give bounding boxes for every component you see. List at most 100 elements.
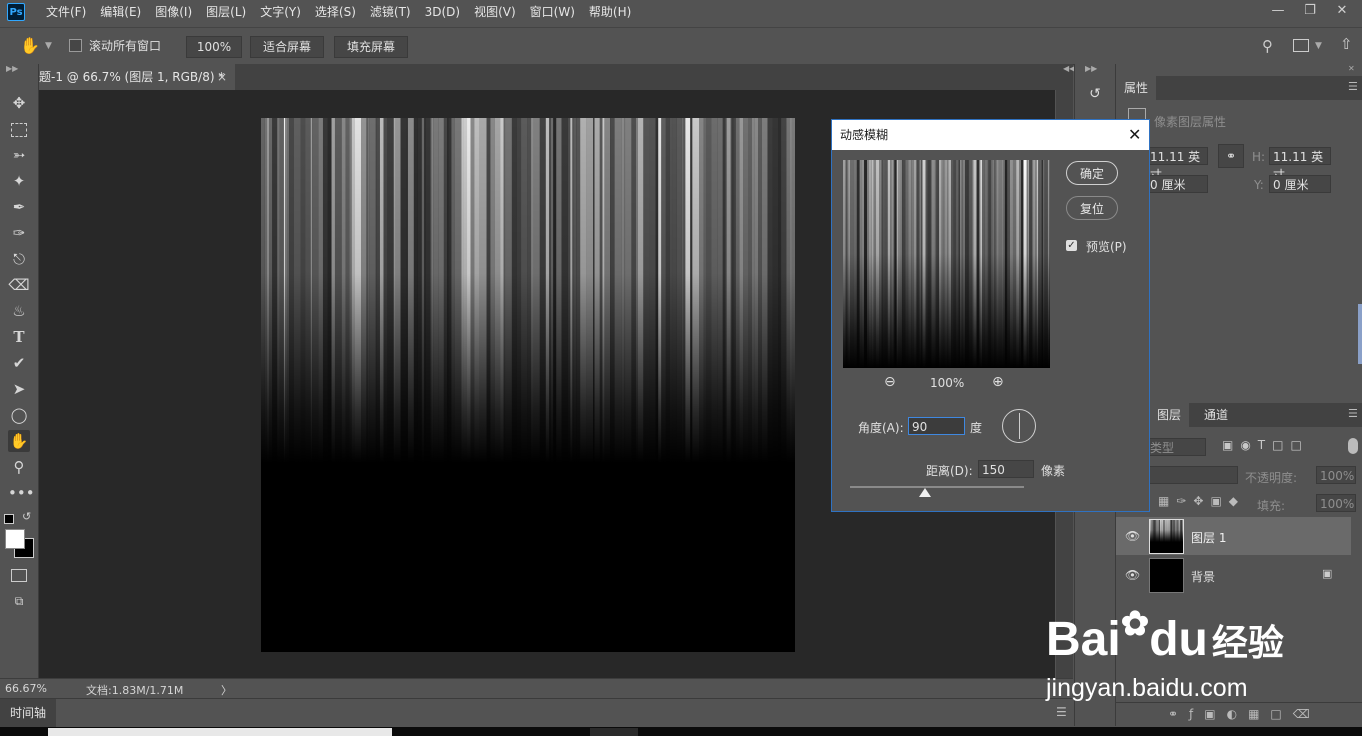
collapse-panels-icon[interactable]: ✕ [1348,64,1355,73]
screen-mode-icon[interactable]: ⧉ [8,590,30,612]
fill-label: 填充: [1257,499,1286,513]
fit-screen-button[interactable]: 适合屏幕 [250,36,324,58]
status-arrow-icon[interactable]: 〉 [221,682,232,698]
ellipse-tool-icon[interactable]: ◯ [8,404,30,426]
document-canvas[interactable] [261,118,797,652]
taskbar-window-preview [48,728,392,736]
angle-input[interactable]: 90 [908,417,965,435]
pen-tool-icon[interactable]: ✔ [8,352,30,374]
preview-checkbox[interactable]: ✓ [1066,240,1077,251]
fill-field[interactable]: 100% [1316,494,1356,512]
angle-dial[interactable] [1002,409,1036,443]
filter-preview[interactable] [843,160,1051,368]
layer-footer-icons[interactable]: ⚭ƒ▣◐▦□⌫ [1168,707,1321,721]
more-tools-icon[interactable]: ••• [8,482,35,504]
collapse-toolbar-icon[interactable]: ▶▶ [6,64,18,73]
reset-button[interactable]: 复位 [1066,196,1118,220]
menu-item-1[interactable]: 编辑(E) [100,0,141,25]
tool-preset-chevron-down-icon[interactable]: ▼ [45,36,52,56]
height-field[interactable]: 11.11 英寸 [1269,147,1331,182]
default-colors-icon[interactable] [4,514,14,524]
fill-screen-button[interactable]: 填充屏幕 [334,36,408,58]
dialog-title: 动感模糊 [840,128,889,142]
taskbar-app-icon[interactable] [590,728,638,736]
distance-slider-track[interactable] [850,486,1024,488]
zoom-in-icon[interactable]: ⊕ [992,374,1004,390]
brush-tool-icon[interactable]: ✑ [8,222,30,244]
angle-unit: 度 [970,421,983,435]
hand-tool-icon[interactable]: ✋ [8,430,30,452]
scroll-all-windows-checkbox[interactable] [69,39,82,52]
dialog-close-icon[interactable]: ✕ [1128,120,1141,150]
menu-item-8[interactable]: 视图(V) [474,0,516,25]
timeline-tab[interactable]: 时间轴 [0,699,56,727]
x-field[interactable]: 0 厘米 [1146,175,1208,193]
move-tool-icon[interactable]: ✥ [8,92,30,114]
workspace-chevron-down-icon[interactable]: ▼ [1315,36,1322,56]
zoom-100-button[interactable]: 100% [186,36,242,58]
menu-item-7[interactable]: 3D(D) [425,0,460,25]
menu-item-10[interactable]: 帮助(H) [589,0,631,25]
hand-tool-icon[interactable]: ✋ [20,36,40,56]
filter-toggle[interactable] [1348,438,1358,454]
tab-properties[interactable]: 属性 [1116,76,1157,100]
y-field[interactable]: 0 厘米 [1269,175,1331,193]
layer-filter-icons[interactable]: ▣◉T□□ [1222,438,1309,452]
menu-item-6[interactable]: 滤镜(T) [370,0,411,25]
lock-icons[interactable]: ▦✑✥▣◆ [1158,494,1245,508]
zoom-tool-icon[interactable]: ⚲ [8,456,30,478]
menu-items: 文件(F) 编辑(E) 图像(I) 图层(L) 文字(Y) 选择(S) 滤镜(T) 3D(D)… [46,0,645,25]
menu-item-3[interactable]: 图层(L) [206,0,246,25]
link-icon[interactable]: ⚭ [1218,144,1244,168]
history-panel-icon[interactable]: ↺ [1085,86,1105,108]
workspace-icon[interactable] [1293,39,1309,52]
menu-item-5[interactable]: 选择(S) [315,0,356,25]
layer-kind-filter[interactable]: 类型 [1146,438,1206,456]
status-zoom[interactable]: 66.67% [5,682,47,695]
path-selection-tool-icon[interactable]: ➤ [8,378,30,400]
zoom-out-icon[interactable]: ⊖ [884,374,896,390]
close-document-icon[interactable]: × [217,64,227,90]
menu-item-4[interactable]: 文字(Y) [260,0,301,25]
restore-icon[interactable]: ❐ [1294,0,1326,22]
menu-item-2[interactable]: 图像(I) [155,0,192,25]
search-icon[interactable]: ⚲ [1262,36,1273,56]
motion-blur-dialog: 动感模糊 ✕ ⊖ 100% ⊕ 确定 复位 ✓ 预览(P) 角度(A): 90 … [831,119,1150,512]
menu-item-0[interactable]: 文件(F) [46,0,86,25]
opacity-label: 不透明度: [1245,471,1298,485]
timeline-menu-icon[interactable]: ☰ [1056,705,1067,719]
tab-layers[interactable]: 图层 [1149,403,1190,427]
menu-item-9[interactable]: 窗口(W) [530,0,575,25]
paint-bucket-tool-icon[interactable]: ♨ [8,300,30,322]
blend-mode-select[interactable] [1146,466,1238,484]
foreground-color-swatch[interactable] [5,529,25,549]
layers-menu-icon[interactable]: ☰ [1348,407,1358,420]
eyedropper-tool-icon[interactable]: ✒ [8,196,30,218]
share-icon[interactable]: ⇧ [1340,34,1353,54]
type-tool-icon[interactable]: T [8,326,30,348]
distance-slider-thumb[interactable] [918,488,931,497]
properties-menu-icon[interactable]: ☰ [1348,80,1358,93]
ok-button[interactable]: 确定 [1066,161,1118,185]
visibility-eye-icon[interactable]: 👁 [1125,568,1140,582]
stamp-tool-icon[interactable]: ⎋ [8,248,30,270]
expand-dock-icon[interactable]: ▶▶ [1085,64,1097,73]
eraser-tool-icon[interactable]: ⌫ [8,274,30,296]
lasso-tool-icon[interactable]: ➳ [8,144,30,166]
swap-colors-icon[interactable]: ↺ [22,510,31,523]
close-window-icon[interactable]: ✕ [1326,0,1358,22]
distance-input[interactable]: 150 [978,460,1034,478]
magic-wand-tool-icon[interactable]: ✦ [8,170,30,192]
layer-row-background[interactable]: 👁 背景 ▣ [1116,556,1351,594]
opacity-field[interactable]: 100% [1316,466,1356,484]
tab-channels[interactable]: 通道 [1196,403,1236,427]
minimize-icon[interactable]: — [1262,0,1294,22]
visibility-eye-icon[interactable]: 👁 [1125,529,1140,543]
dialog-title-bar: 动感模糊 ✕ [832,120,1149,150]
document-tab[interactable]: 题-1 @ 66.7% (图层 1, RGB/8) * × [39,64,235,90]
width-field[interactable]: 11.11 英寸 [1146,147,1208,182]
quick-mask-icon[interactable] [8,564,30,586]
marquee-tool-icon[interactable] [8,118,30,140]
document-tab-bar: 题-1 @ 66.7% (图层 1, RGB/8) * × ◀◀ [39,64,1075,90]
layer-row-layer1[interactable]: 👁 图层 1 [1116,517,1351,555]
